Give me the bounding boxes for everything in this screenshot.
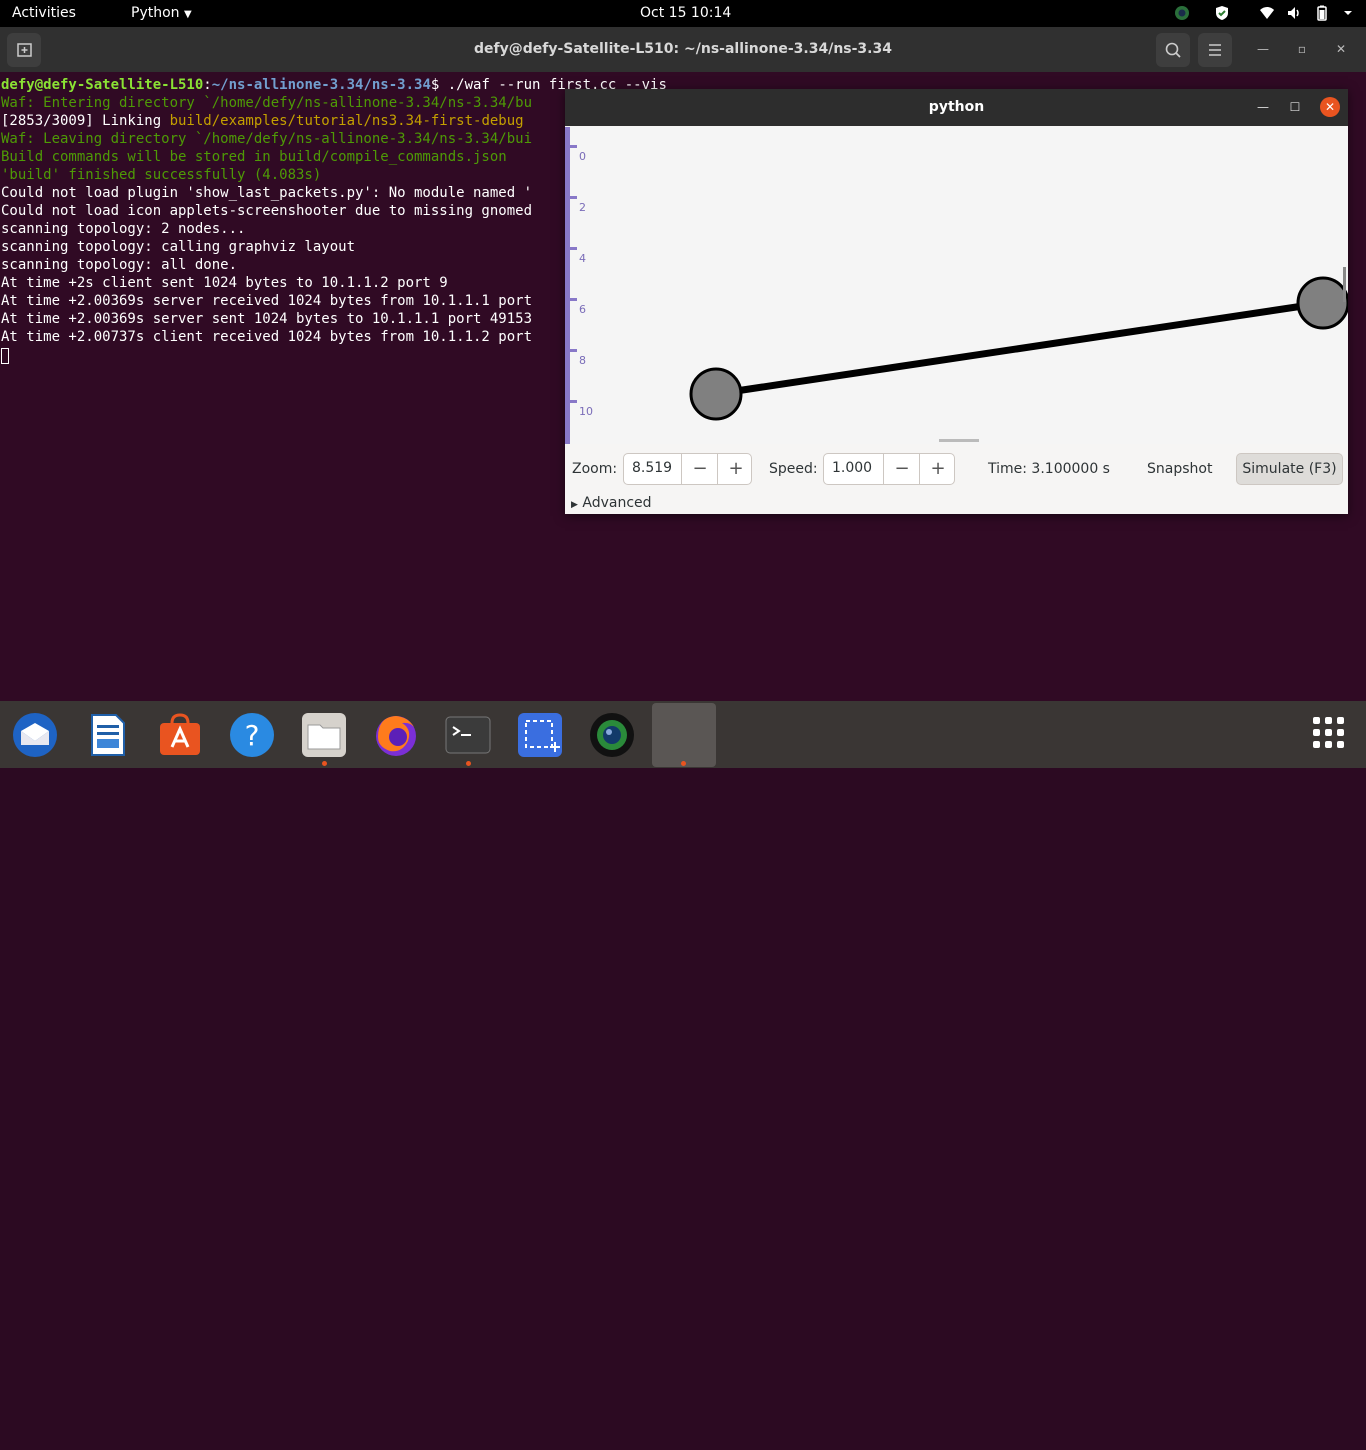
ruler-tick bbox=[570, 196, 577, 199]
chevron-down-icon[interactable] bbox=[1340, 5, 1356, 21]
terminal-icon[interactable] bbox=[444, 711, 492, 759]
menu-button[interactable] bbox=[1198, 33, 1232, 67]
speed-spinner[interactable]: 1.000 − + bbox=[823, 453, 955, 485]
top-bar: Activities Python ▼ Oct 15 10:14 bbox=[0, 0, 1366, 27]
zoom-decrease-button[interactable]: − bbox=[681, 454, 718, 484]
simulate-button[interactable]: Simulate (F3) bbox=[1236, 453, 1343, 485]
vertical-ruler bbox=[565, 127, 570, 444]
minimize-button[interactable]: — bbox=[1255, 98, 1271, 116]
zoom-value[interactable]: 8.519 bbox=[632, 460, 672, 476]
terminal-line: At time +2.00369s server sent 1024 bytes… bbox=[1, 311, 533, 327]
terminal-line: At time +2.00737s client received 1024 b… bbox=[1, 329, 533, 345]
python-app-icon[interactable] bbox=[652, 703, 716, 767]
activities-button[interactable]: Activities bbox=[12, 5, 76, 22]
ruler-label: 2 bbox=[579, 201, 586, 214]
advanced-label: Advanced bbox=[582, 495, 652, 511]
files-icon[interactable] bbox=[300, 711, 348, 759]
horizontal-scrollbar[interactable] bbox=[939, 439, 979, 442]
vertical-scrollbar[interactable] bbox=[1343, 267, 1346, 302]
shield-icon[interactable] bbox=[1214, 5, 1230, 21]
terminal-cursor bbox=[1, 348, 9, 364]
svg-text:?: ? bbox=[245, 719, 260, 752]
ruler-tick bbox=[570, 247, 577, 250]
terminal-line: Waf: Entering directory `/home/defy/ns-a… bbox=[1, 95, 533, 111]
clock[interactable]: Oct 15 10:14 bbox=[640, 5, 731, 22]
time-readout: Time: 3.100000 s bbox=[988, 461, 1110, 477]
software-center-icon[interactable] bbox=[156, 711, 204, 759]
terminal-line: Build commands will be stored in build/c… bbox=[1, 149, 507, 165]
show-applications-button[interactable] bbox=[1312, 716, 1346, 750]
speed-label: Speed: bbox=[769, 461, 818, 477]
maximize-button[interactable]: ☐ bbox=[1287, 98, 1303, 116]
pyviz-window: python — ☐ ✕ 0 2 4 6 8 10 Zoom: 8.519 − … bbox=[565, 89, 1348, 514]
running-indicator bbox=[322, 761, 327, 766]
volume-icon[interactable] bbox=[1286, 5, 1302, 21]
snapshot-button[interactable]: Snapshot bbox=[1147, 460, 1212, 478]
simulation-controls: Zoom: 8.519 − + Speed: 1.000 − + Time: 3… bbox=[565, 444, 1348, 514]
ruler-tick bbox=[570, 145, 577, 148]
search-icon bbox=[1165, 42, 1181, 58]
terminal-line: Could not load plugin 'show_last_packets… bbox=[1, 185, 533, 201]
chevron-down-icon: ▼ bbox=[183, 9, 192, 20]
speed-decrease-button[interactable]: − bbox=[883, 454, 920, 484]
app-menu[interactable]: Python ▼ bbox=[131, 5, 192, 23]
webcam-indicator-icon[interactable] bbox=[1174, 5, 1190, 21]
terminal-line: scanning topology: all done. bbox=[1, 257, 238, 273]
zoom-spinner[interactable]: 8.519 − + bbox=[623, 453, 752, 485]
ruler-label: 10 bbox=[579, 405, 593, 418]
terminal-line: [2853/3009] Linking build/examples/tutor… bbox=[1, 113, 524, 129]
close-button[interactable]: ✕ bbox=[1333, 41, 1349, 57]
running-indicator bbox=[681, 761, 686, 766]
advanced-expander[interactable]: ▶ Advanced bbox=[571, 494, 652, 514]
terminal-line: scanning topology: 2 nodes... bbox=[1, 221, 246, 237]
network-link bbox=[715, 299, 1324, 398]
terminal-line: At time +2.00369s server received 1024 b… bbox=[1, 293, 533, 309]
pyviz-header-bar: python — ☐ ✕ bbox=[565, 89, 1348, 126]
ruler-tick bbox=[570, 349, 577, 352]
help-icon[interactable]: ? bbox=[228, 711, 276, 759]
node-0[interactable] bbox=[689, 367, 743, 421]
zoom-label: Zoom: bbox=[572, 461, 618, 477]
running-indicator bbox=[466, 761, 471, 766]
pyviz-title: python bbox=[928, 99, 985, 115]
topology-svg: 0 2 4 6 8 10 bbox=[565, 127, 1348, 444]
screenshot-icon[interactable] bbox=[516, 711, 564, 759]
speed-increase-button[interactable]: + bbox=[919, 454, 956, 484]
speed-value[interactable]: 1.000 bbox=[832, 460, 872, 476]
app-menu-label: Python bbox=[131, 5, 180, 21]
ruler-label: 0 bbox=[579, 150, 586, 163]
ruler-tick bbox=[570, 400, 577, 403]
terminal-line: 'build' finished successfully (4.083s) bbox=[1, 167, 322, 183]
ruler-tick bbox=[570, 298, 577, 301]
minimize-button[interactable]: — bbox=[1255, 41, 1271, 57]
webcam-icon[interactable] bbox=[588, 711, 636, 759]
thunderbird-icon[interactable] bbox=[11, 711, 59, 759]
wifi-icon[interactable] bbox=[1259, 5, 1275, 21]
battery-icon[interactable] bbox=[1314, 5, 1330, 21]
expander-arrow-icon: ▶ bbox=[571, 500, 578, 510]
terminal-line: At time +2s client sent 1024 bytes to 10… bbox=[1, 275, 448, 291]
topology-canvas[interactable]: 0 2 4 6 8 10 bbox=[565, 127, 1348, 444]
node-1[interactable] bbox=[1296, 276, 1348, 330]
ruler-label: 4 bbox=[579, 252, 586, 265]
show-applications-icon[interactable] bbox=[1312, 1416, 1346, 1450]
firefox-icon[interactable] bbox=[372, 711, 420, 759]
terminal-line: Could not load icon applets-screenshoote… bbox=[1, 203, 533, 219]
terminal-line: Waf: Leaving directory `/home/defy/ns-al… bbox=[1, 131, 533, 147]
close-button[interactable]: ✕ bbox=[1320, 97, 1340, 117]
search-button[interactable] bbox=[1156, 33, 1190, 67]
zoom-increase-button[interactable]: + bbox=[717, 454, 754, 484]
terminal-header-bar: defy@defy-Satellite-L510: ~/ns-allinone-… bbox=[0, 27, 1366, 72]
ruler-label: 8 bbox=[579, 354, 586, 367]
ruler-label: 6 bbox=[579, 303, 586, 316]
maximize-button[interactable]: ▫ bbox=[1294, 41, 1310, 57]
hamburger-menu-icon bbox=[1209, 44, 1221, 56]
libreoffice-writer-icon[interactable] bbox=[84, 711, 132, 759]
terminal-line: scanning topology: calling graphviz layo… bbox=[1, 239, 356, 255]
dock: ? bbox=[0, 701, 1366, 768]
